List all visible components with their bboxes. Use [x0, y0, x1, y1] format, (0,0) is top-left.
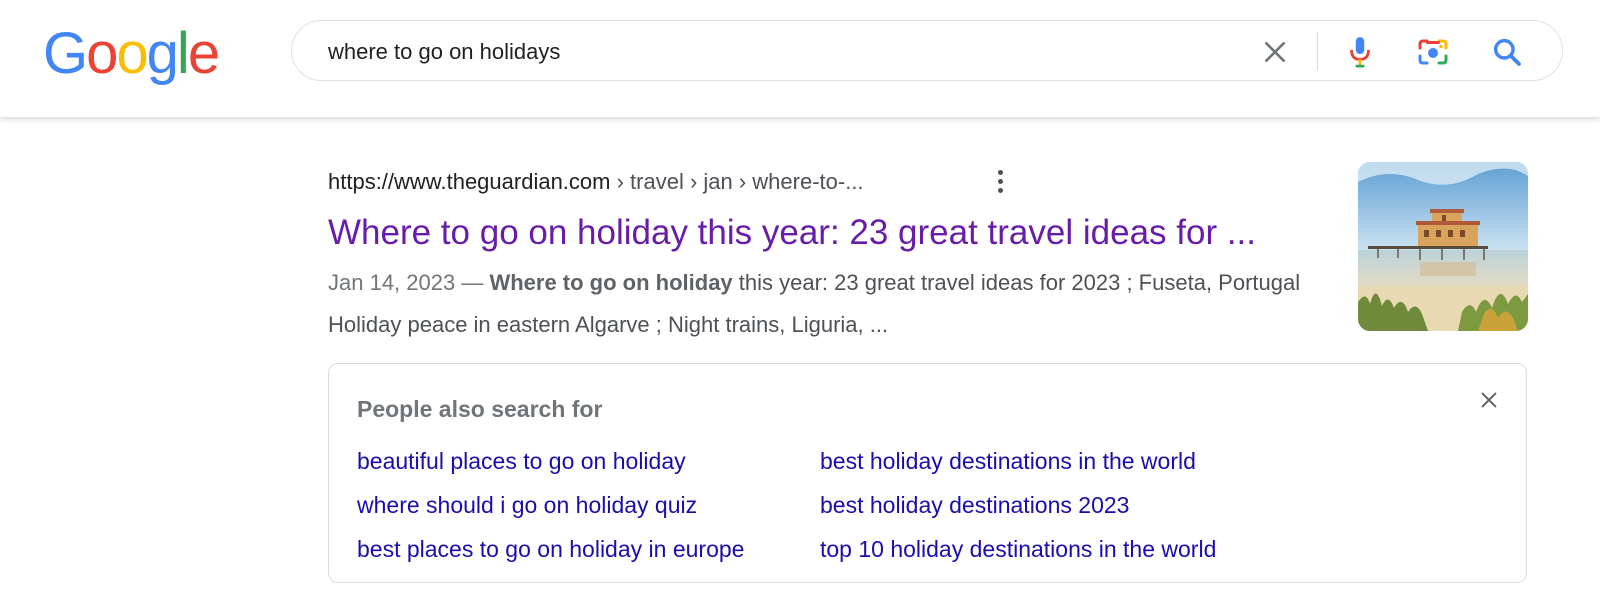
- search-button[interactable]: [1488, 33, 1526, 71]
- search-input[interactable]: where to go on holidays: [328, 38, 560, 66]
- related-search-link[interactable]: best holiday destinations in the world: [820, 446, 1196, 476]
- search-divider: [1317, 32, 1318, 70]
- logo-letter: l: [176, 21, 190, 86]
- related-search-link[interactable]: where should i go on holiday quiz: [357, 490, 697, 520]
- search-by-image-button[interactable]: [1414, 33, 1452, 71]
- google-logo[interactable]: Google: [43, 21, 220, 86]
- camera-lens-icon: [1418, 39, 1448, 65]
- search-box[interactable]: where to go on holidays: [291, 20, 1563, 81]
- related-search-link[interactable]: top 10 holiday destinations in the world: [820, 534, 1216, 564]
- related-search-link[interactable]: best holiday destinations 2023: [820, 490, 1129, 520]
- header: Google where to go on holidays: [0, 0, 1600, 117]
- more-vert-dot: [997, 187, 1003, 193]
- snippet-highlight: Where to go on holiday: [489, 270, 733, 295]
- clear-search-button[interactable]: [1257, 34, 1293, 70]
- result-thumbnail[interactable]: [1358, 162, 1528, 331]
- result-date: Jan 14, 2023 —: [328, 270, 490, 295]
- people-also-search-for: People also search for beautiful places …: [328, 363, 1527, 583]
- result-options-button[interactable]: [988, 166, 1012, 196]
- logo-letter: e: [187, 21, 220, 86]
- more-vert-dot: [997, 178, 1003, 184]
- logo-letter: o: [116, 21, 148, 86]
- related-search-link[interactable]: beautiful places to go on holiday: [357, 446, 686, 476]
- logo-letter: g: [146, 21, 179, 86]
- result-snippet: Jan 14, 2023 — Where to go on holiday th…: [328, 262, 1308, 346]
- result-domain: https://www.theguardian.com: [328, 169, 611, 194]
- result-title-link[interactable]: Where to go on holiday this year: 23 gre…: [328, 211, 1256, 255]
- result-url[interactable]: https://www.theguardian.com › travel › j…: [328, 168, 864, 196]
- related-search-link[interactable]: best places to go on holiday in europe: [357, 534, 744, 564]
- microphone-icon: [1350, 37, 1370, 68]
- logo-letter: G: [43, 21, 88, 86]
- more-vert-icon: [997, 169, 1003, 175]
- logo-letter: o: [86, 21, 118, 86]
- close-icon: [1265, 42, 1285, 62]
- pasf-close-button[interactable]: [1475, 386, 1503, 414]
- voice-search-button[interactable]: [1342, 33, 1378, 71]
- search-icon: [1493, 38, 1521, 66]
- close-icon: [1481, 392, 1497, 408]
- result-breadcrumb: › travel › jan › where-to-...: [610, 169, 864, 194]
- pasf-title: People also search for: [357, 396, 603, 422]
- beach-pier-building-image: [1358, 162, 1528, 331]
